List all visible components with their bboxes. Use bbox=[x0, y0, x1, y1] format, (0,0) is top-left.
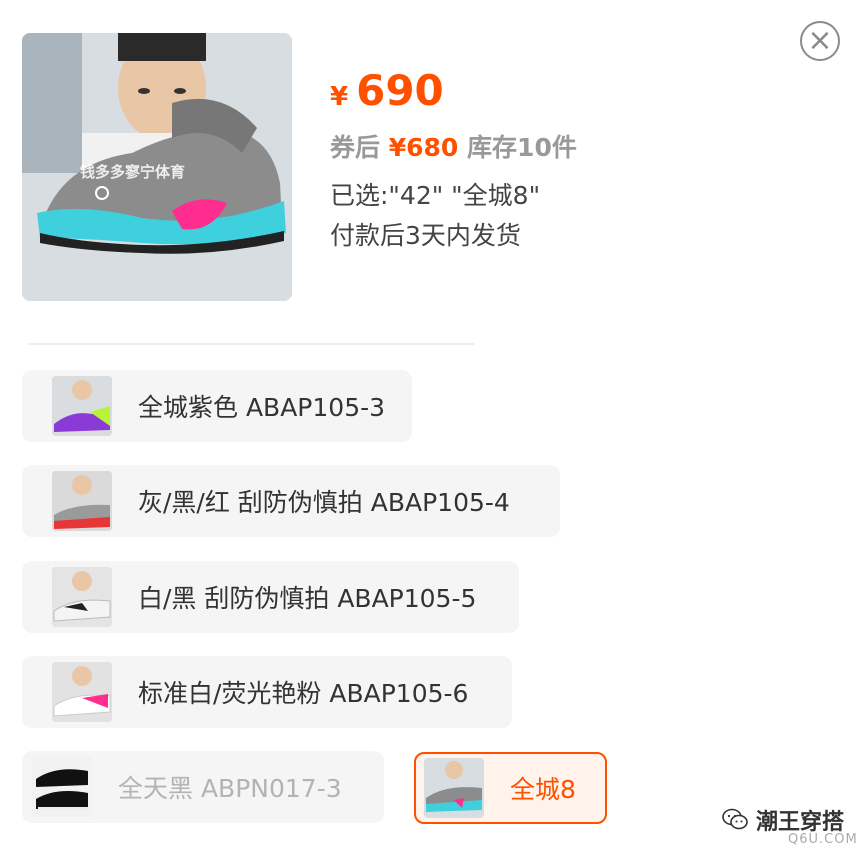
sku-label: 全城8 bbox=[510, 775, 576, 804]
sku-thumb bbox=[424, 758, 484, 818]
close-button[interactable]: × bbox=[800, 21, 840, 61]
sku-option-5[interactable]: 全天黑 ABPN017-3 bbox=[22, 751, 384, 823]
sku-option-4[interactable]: 标准白/荧光艳粉 ABAP105-6 bbox=[22, 656, 512, 728]
wechat-icon bbox=[722, 808, 748, 830]
sku-option-2[interactable]: 灰/黑/红 刮防伪慎拍 ABAP105-4 bbox=[22, 465, 560, 537]
sku-thumb bbox=[32, 757, 92, 817]
currency-symbol: ¥ bbox=[330, 82, 349, 112]
divider bbox=[28, 343, 474, 345]
price-row: ¥690 bbox=[330, 66, 444, 115]
image-caption: 钱多多寥宁体育 bbox=[80, 163, 186, 181]
watermark: 潮王穿搭 Q6U.COM bbox=[722, 802, 862, 852]
sku-option-1[interactable]: 全城紫色 ABAP105-3 bbox=[22, 370, 412, 442]
stock-text: 库存10件 bbox=[467, 133, 577, 162]
coupon-row: 券后 ¥680 库存10件 bbox=[330, 128, 577, 164]
watermark-site: Q6U.COM bbox=[788, 832, 858, 847]
shipping-text: 付款后3天内发货 bbox=[330, 221, 521, 250]
sku-thumb bbox=[52, 376, 112, 436]
sku-label: 灰/黑/红 刮防伪慎拍 ABAP105-4 bbox=[138, 488, 510, 517]
product-main-image[interactable]: 钱多多寥宁体育 bbox=[22, 33, 292, 301]
sku-thumb bbox=[52, 567, 112, 627]
sku-label: 全城紫色 ABAP105-3 bbox=[138, 393, 386, 422]
sku-label: 全天黑 ABPN017-3 bbox=[118, 774, 342, 803]
coupon-price: ¥680 bbox=[388, 133, 459, 162]
sku-option-6[interactable]: 全城8 bbox=[414, 752, 607, 824]
sku-option-3[interactable]: 白/黑 刮防伪慎拍 ABAP105-5 bbox=[22, 561, 519, 633]
sku-label: 白/黑 刮防伪慎拍 ABAP105-5 bbox=[138, 584, 477, 613]
sku-thumb bbox=[52, 662, 112, 722]
coupon-label: 券后 bbox=[330, 133, 381, 162]
price-value: 690 bbox=[356, 66, 444, 115]
sku-label: 标准白/荧光艳粉 ABAP105-6 bbox=[138, 679, 469, 708]
sku-thumb bbox=[52, 471, 112, 531]
selected-spec-text: 已选:"42" "全城8" bbox=[330, 181, 541, 210]
close-icon: × bbox=[807, 23, 833, 58]
